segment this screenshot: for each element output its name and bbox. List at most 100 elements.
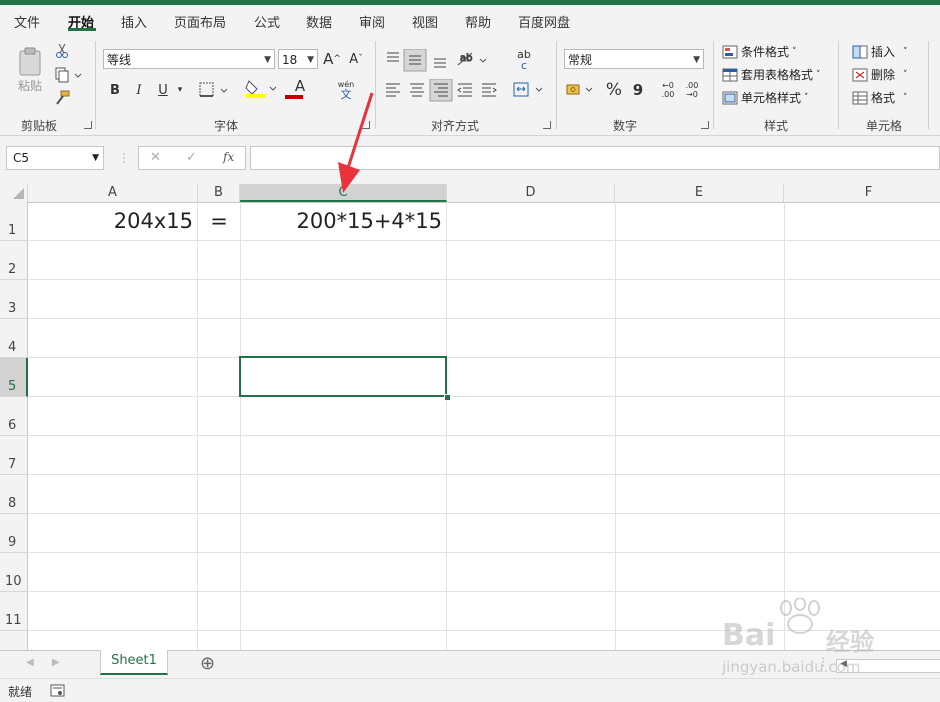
row-header-12[interactable]	[0, 631, 28, 650]
row-header-2[interactable]: 2	[0, 241, 28, 280]
merge-center-button[interactable]	[512, 80, 546, 100]
row-number: 10	[5, 574, 22, 589]
column-header-a[interactable]: A	[28, 184, 198, 202]
row-header-7[interactable]: 7	[0, 436, 28, 475]
chevron-down-icon[interactable]: ▾	[174, 80, 186, 100]
paw-logo-icon	[780, 598, 820, 634]
menu-formulas[interactable]: 公式	[254, 12, 280, 31]
borders-button[interactable]	[198, 80, 230, 100]
cell-b1[interactable]: =	[198, 209, 240, 233]
wrap-text-button[interactable]: ab c	[514, 47, 534, 73]
macro-record-icon[interactable]	[50, 684, 66, 697]
font-name-value: 等线	[107, 53, 132, 67]
row-header-9[interactable]: 9	[0, 514, 28, 553]
font-color-button[interactable]: A	[283, 78, 317, 100]
increase-decimal-button[interactable]: ←0 .00	[658, 79, 678, 101]
row-header-8[interactable]: 8	[0, 475, 28, 514]
row-header-5[interactable]: 5	[0, 358, 28, 397]
selected-cell-c5[interactable]	[239, 356, 447, 397]
scroll-left-icon[interactable]: ◀	[26, 657, 34, 668]
enter-icon[interactable]: ✓	[186, 150, 197, 165]
conditional-formatting-button[interactable]: 条件格式 ˅	[722, 43, 797, 60]
cell-c1[interactable]: 200*15+4*15	[240, 209, 442, 233]
italic-button[interactable]: I	[130, 80, 148, 100]
row-header-11[interactable]: 11	[0, 592, 28, 631]
ribbon: 粘贴 剪贴板 等线 ▼ 18 ▼ A ^ Aˇ B I U ▾ A wén 文 字体	[0, 35, 940, 136]
comma-style-button[interactable]: 9	[630, 79, 646, 101]
bold-button[interactable]: B	[106, 80, 124, 100]
scroll-right-icon[interactable]: ▶	[52, 657, 60, 668]
paste-label: 粘贴	[17, 78, 42, 93]
fill-handle[interactable]	[444, 394, 451, 401]
grid-line	[28, 435, 940, 436]
number-group-label: 数字	[613, 119, 638, 133]
cell-a1[interactable]: 204x15	[28, 209, 193, 233]
clipboard-launcher-icon[interactable]	[84, 121, 92, 129]
sheet-tab-sheet1[interactable]: Sheet1	[100, 650, 168, 675]
menu-bar: 文件 开始 插入 页面布局 公式 数据 审阅 视图 帮助 百度网盘	[0, 5, 940, 35]
chevron-down-icon: ▼	[307, 55, 314, 65]
number-launcher-icon[interactable]	[701, 121, 709, 129]
row-header-6[interactable]: 6	[0, 397, 28, 436]
select-all-button[interactable]	[0, 184, 28, 202]
column-header-e[interactable]: E	[615, 184, 784, 202]
format-painter-icon[interactable]	[54, 90, 70, 106]
column-header-b[interactable]: B	[198, 184, 240, 202]
row-header-1[interactable]: 1	[0, 202, 28, 241]
percent-button[interactable]: %	[604, 79, 624, 101]
chevron-down-icon: ▼	[92, 153, 99, 163]
menu-review[interactable]: 审阅	[359, 12, 385, 31]
row-header-10[interactable]: 10	[0, 553, 28, 592]
shrink-font-button[interactable]: Aˇ	[346, 49, 366, 69]
add-sheet-icon[interactable]: ⊕	[200, 653, 215, 674]
merge-icon	[513, 82, 543, 97]
menu-help[interactable]: 帮助	[465, 12, 491, 31]
column-header-d[interactable]: D	[447, 184, 615, 202]
select-all-icon	[13, 188, 24, 199]
menu-file[interactable]: 文件	[14, 12, 40, 31]
accounting-format-button[interactable]	[564, 80, 596, 100]
font-name-combo[interactable]: 等线 ▼	[103, 49, 275, 69]
formula-bar-grip: ⋮	[118, 150, 130, 166]
number-format-combo[interactable]: 常规 ▼	[564, 49, 704, 69]
format-cells-button[interactable]: 格式 ˅	[852, 89, 908, 106]
format-as-table-button[interactable]: 套用表格格式 ˅	[722, 66, 821, 83]
insert-cells-icon	[852, 45, 868, 58]
row-header-4[interactable]: 4	[0, 319, 28, 358]
insert-cells-button[interactable]: 插入 ˅	[852, 43, 908, 60]
chevron-down-icon: ˅	[804, 92, 809, 103]
font-size-combo[interactable]: 18 ▼	[278, 49, 318, 69]
column-header-f[interactable]: F	[784, 184, 940, 202]
svg-text:ab: ab	[460, 53, 472, 64]
row-header-3[interactable]: 3	[0, 280, 28, 319]
grow-font-button[interactable]: A ^	[322, 49, 342, 69]
menu-baidu-netdisk[interactable]: 百度网盘	[518, 12, 570, 31]
clipboard-icon	[19, 47, 41, 75]
paste-button[interactable]: 粘贴	[12, 41, 48, 99]
menu-insert[interactable]: 插入	[121, 12, 147, 31]
copy-icon[interactable]	[54, 67, 82, 83]
grid-line	[28, 591, 940, 592]
grid-line	[28, 357, 940, 358]
delete-cells-button[interactable]: 删除 ˅	[852, 66, 908, 83]
font-color-label: A	[294, 77, 306, 95]
table-format-icon	[722, 68, 738, 81]
delete-cells-label: 删除	[871, 68, 896, 82]
cell-styles-button[interactable]: 单元格样式 ˅	[722, 89, 809, 106]
menu-page-layout[interactable]: 页面布局	[174, 12, 226, 31]
alignment-launcher-icon[interactable]	[543, 121, 551, 129]
underline-button[interactable]: U	[154, 80, 172, 100]
cut-icon[interactable]	[54, 43, 70, 59]
cancel-icon[interactable]: ✕	[150, 150, 161, 165]
row-number: 7	[8, 457, 17, 472]
conditional-format-icon	[722, 45, 738, 58]
vertical-align-icons[interactable]: ab	[384, 49, 504, 73]
menu-data[interactable]: 数据	[306, 12, 332, 31]
menu-view[interactable]: 视图	[412, 12, 438, 31]
horizontal-align-icons[interactable]	[384, 79, 504, 103]
insert-function-icon[interactable]: fx	[223, 150, 234, 164]
fill-color-button[interactable]	[244, 78, 278, 100]
paint-bucket-icon	[245, 80, 277, 98]
name-box[interactable]: C5 ▼	[6, 146, 104, 170]
decrease-decimal-button[interactable]: .00 →0	[682, 79, 702, 101]
